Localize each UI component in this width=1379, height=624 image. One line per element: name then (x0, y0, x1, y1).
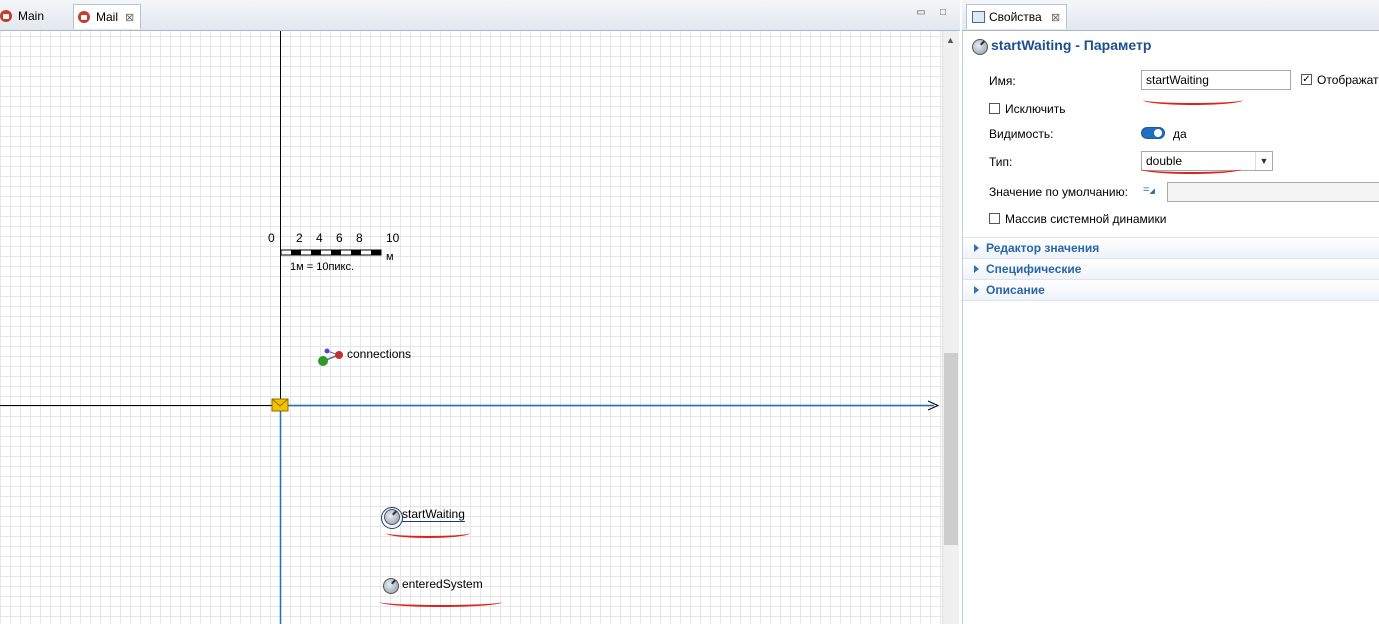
expand-icon (974, 265, 979, 273)
vertical-scrollbar[interactable]: ▲ (942, 31, 959, 624)
scale-tick-label: 6 (336, 231, 343, 245)
type-label: Тип: (989, 155, 1013, 169)
name-field[interactable]: startWaiting (1141, 70, 1291, 90)
properties-title: startWaiting - Параметр (991, 37, 1152, 53)
close-icon[interactable]: ⊠ (125, 12, 134, 24)
name-label: Имя: (989, 74, 1016, 88)
scale-tick-label: 2 (296, 231, 303, 245)
visibility-toggle[interactable] (1141, 127, 1165, 139)
minimize-icon[interactable]: ▭ (916, 8, 926, 18)
maximize-icon[interactable]: □ (938, 8, 948, 18)
visibility-value: да (1173, 127, 1187, 141)
scale-tick-label: 10 (386, 231, 400, 245)
show-name-checkbox[interactable]: ✓ (1301, 74, 1312, 85)
parameter-icon (972, 39, 988, 55)
expand-icon (974, 244, 979, 252)
close-icon[interactable]: ⊠ (1051, 12, 1060, 24)
properties-icon (972, 11, 985, 23)
default-value-field[interactable] (1167, 182, 1379, 202)
tab-properties[interactable]: Свойства ⊠ (966, 4, 1068, 29)
section-specific[interactable]: Специфические (963, 258, 1379, 279)
annotation-underline (380, 597, 502, 607)
visibility-label: Видимость: (989, 127, 1054, 141)
scale-bar-segment (351, 250, 361, 255)
connections-node-icon (318, 356, 328, 366)
exclude-checkbox[interactable] (989, 103, 1000, 114)
scale-caption: 1м = 10пикс. (290, 261, 355, 273)
chevron-down-icon: ▼ (1255, 152, 1272, 170)
expand-icon (974, 286, 979, 294)
parameter-icon[interactable] (384, 509, 400, 525)
annotation-underline (386, 528, 470, 538)
tab-main[interactable]: Main (0, 4, 50, 28)
tab-properties-label: Свойства (989, 10, 1042, 24)
section-description[interactable]: Описание (963, 279, 1379, 301)
tab-mail-label: Mail (96, 10, 119, 24)
exclude-label: Исключить (1005, 102, 1066, 116)
scale-bar-segment (311, 250, 321, 255)
scale-tick-label: 8 (356, 231, 363, 245)
parameter-enteredsystem-label[interactable]: enteredSystem (402, 577, 483, 591)
scale-unit: м (386, 251, 394, 263)
parameter-startwaiting-label[interactable]: startWaiting (402, 507, 465, 522)
sd-array-checkbox[interactable] (989, 213, 1000, 224)
scale-bar-segment (371, 250, 381, 255)
scrollbar-thumb[interactable] (944, 353, 958, 545)
scale-tick-label: 0 (268, 231, 275, 245)
annotation-underline (1143, 95, 1243, 105)
scale-tick-label: 4 (316, 231, 323, 245)
scale-bar-segment (331, 250, 341, 255)
connections-label[interactable]: connections (347, 347, 411, 361)
section-value-editor[interactable]: Редактор значения (963, 237, 1379, 258)
section-label: Описание (986, 283, 1045, 297)
parameter-icon[interactable] (383, 578, 399, 594)
editor-tab-bar: Main Mail ⊠ ▭ □ (0, 0, 960, 31)
tab-main-label: Main (18, 9, 45, 23)
scale-bar-segment (291, 250, 301, 255)
connections-node-icon (324, 348, 330, 354)
expression-mode-icon[interactable]: =◢ (1143, 185, 1157, 197)
section-label: Специфические (986, 262, 1082, 276)
properties-tab-bar: Свойства ⊠ (962, 0, 1379, 31)
sd-array-label: Массив системной динамики (1005, 212, 1167, 226)
default-value-label: Значение по умолчанию: (989, 185, 1128, 199)
tab-mail[interactable]: Mail ⊠ (73, 4, 142, 29)
canvas-overlay (0, 31, 940, 624)
agent-icon (78, 11, 90, 23)
connections-node-icon (335, 351, 343, 359)
graphical-editor-canvas[interactable]: 0 2 4 6 8 10 м 1м = 10пикс. connections … (0, 31, 942, 624)
annotation-underline (1141, 164, 1241, 174)
section-label: Редактор значения (986, 241, 1100, 255)
agent-icon (0, 10, 12, 22)
properties-panel: startWaiting - Параметр Имя: startWaitin… (962, 31, 1379, 624)
scroll-up-icon[interactable]: ▲ (946, 35, 955, 45)
show-name-label: Отображать (1317, 73, 1379, 87)
